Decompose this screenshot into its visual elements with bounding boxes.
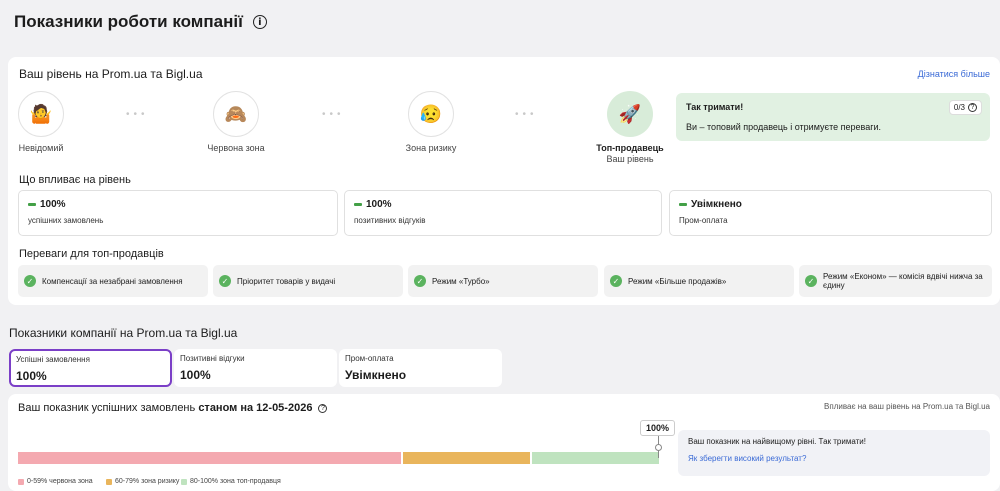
benefits-title: Переваги для топ-продавців <box>19 248 164 260</box>
metric-label: позитивних відгуків <box>354 216 426 225</box>
affects-note: Впливає на ваш рівень на Prom.ua та Bigl… <box>824 402 990 411</box>
check-icon: ✓ <box>610 275 622 287</box>
tip-text: Ви – топовий продавець і отримуєте перев… <box>686 122 882 132</box>
tab-label: Пром-оплата <box>345 354 394 363</box>
level-name: Червона зона <box>207 143 265 153</box>
legend-swatch <box>106 478 112 485</box>
level-risk-zone: 😥 Зона ризику <box>402 91 460 153</box>
check-icon: ✓ <box>414 275 426 287</box>
tip-title: Так тримати! <box>686 102 744 112</box>
benefit-label: Компенсації за незабрані замовлення <box>42 276 183 286</box>
metric-successful-orders: 100% успішних замовлень <box>18 190 338 236</box>
metric-label: Пром-оплата <box>679 216 728 225</box>
level-name: Невідомий <box>18 143 64 153</box>
benefit-label: Режим «Більше продажів» <box>628 276 727 286</box>
tab-label: Успішні замовлення <box>16 355 90 364</box>
legend-label: 60-79% зона ризику <box>115 478 180 485</box>
learn-more-link[interactable]: Дізнатися більше <box>918 69 990 79</box>
metric-prom-payment: Увімкнено Пром-оплата <box>669 190 992 236</box>
benefit-item: ✓ Режим «Турбо» <box>408 265 598 297</box>
red-zone-segment <box>18 452 401 464</box>
level-dots: ••• <box>126 109 149 120</box>
page-title-text: Показники роботи компанії <box>14 12 243 31</box>
level-top-seller: 🚀 Топ-продавець Ваш рівень <box>594 91 666 164</box>
legend-label: 80-100% зона топ-продавця <box>190 478 281 485</box>
check-icon: ✓ <box>219 275 231 287</box>
legend-red: 0-59% червона зона <box>18 478 93 485</box>
check-icon: ✓ <box>24 275 36 287</box>
page-title: Показники роботи компанії i <box>14 12 267 32</box>
check-icon: ✓ <box>805 275 817 287</box>
benefit-item: ✓ Компенсації за незабрані замовлення <box>18 265 208 297</box>
risk-zone-segment <box>403 452 530 464</box>
status-text: Ваш показник на найвищому рівні. Так три… <box>688 437 866 446</box>
legend-risk: 60-79% зона ризику <box>106 478 179 485</box>
level-card-title: Ваш рівень на Prom.ua та Bigl.ua <box>19 67 203 81</box>
tab-value: 100% <box>180 368 211 382</box>
top-zone-segment <box>532 452 659 464</box>
metric-positive-reviews: 100% позитивних відгуків <box>344 190 662 236</box>
benefit-label: Режим «Економ» — комісія вдвічі нижча за… <box>823 272 983 290</box>
tip-counter-value: 0/3 <box>953 103 965 112</box>
keep-result-link[interactable]: Як зберегти високий результат? <box>688 454 980 463</box>
benefit-item: ✓ Режим «Більше продажів» <box>604 265 794 297</box>
monkey-emoji-icon: 🙈 <box>213 91 259 137</box>
benefit-label: Режим «Турбо» <box>432 276 490 286</box>
positive-indicator-icon <box>679 203 687 206</box>
level-dots: ••• <box>322 109 345 120</box>
positive-indicator-icon <box>28 203 36 206</box>
help-icon[interactable]: ? <box>318 403 328 413</box>
tip-counter[interactable]: 0/3 ? <box>948 100 982 115</box>
tab-successful-orders[interactable]: Успішні замовлення 100% <box>9 349 172 387</box>
level-name: Топ-продавець <box>596 143 664 153</box>
current-level-label: Ваш рівень <box>606 154 654 164</box>
unknown-emoji-icon: 🤷 <box>18 91 64 137</box>
tip-box: Так тримати! Ви – топовий продавець і от… <box>676 93 990 141</box>
status-box: Ваш показник на найвищому рівні. Так три… <box>678 430 990 476</box>
level-unknown: 🤷 Невідомий <box>18 91 64 153</box>
tab-value: Увімкнено <box>345 368 407 382</box>
legend-swatch <box>18 478 24 485</box>
value-marker-dot <box>655 444 662 451</box>
benefit-label: Пріоритет товарів у видачі <box>237 276 336 286</box>
company-stats-title: Показники компанії на Prom.ua та Bigl.ua <box>9 326 238 340</box>
indicator-title-date: станом на 12-05-2026 <box>198 402 313 414</box>
benefit-item: ✓ Режим «Економ» — комісія вдвічі нижча … <box>799 265 992 297</box>
positive-indicator-icon <box>354 203 362 206</box>
indicator-title-prefix: Ваш показник успішних замовлень <box>18 402 196 414</box>
legend-top: 80-100% зона топ-продавця <box>181 478 281 485</box>
tab-value: 100% <box>16 369 47 383</box>
level-name: Зона ризику <box>405 143 457 153</box>
benefit-item: ✓ Пріоритет товарів у видачі <box>213 265 403 297</box>
tab-positive-reviews[interactable]: Позитивні відгуки 100% <box>174 349 337 387</box>
tab-label: Позитивні відгуки <box>180 354 245 363</box>
indicator-card: Ваш показник успішних замовлень станом н… <box>8 394 1000 491</box>
indicator-title: Ваш показник успішних замовлень станом н… <box>18 402 328 414</box>
level-dots: ••• <box>515 109 538 120</box>
legend-swatch <box>181 478 187 485</box>
metric-value: Увімкнено <box>691 199 742 210</box>
rocket-icon: 🚀 <box>607 91 653 137</box>
level-card: Ваш рівень на Prom.ua та Bigl.ua Дізнати… <box>8 57 1000 305</box>
metric-label: успішних замовлень <box>28 216 104 225</box>
tab-prom-payment[interactable]: Пром-оплата Увімкнено <box>339 349 502 387</box>
legend-label: 0-59% червона зона <box>27 478 93 485</box>
value-marker-label: 100% <box>640 420 676 436</box>
affects-title: Що впливає на рівень <box>19 174 131 186</box>
help-icon: ? <box>968 103 977 112</box>
metric-value: 100% <box>40 199 66 210</box>
level-red-zone: 🙈 Червона зона <box>203 91 269 153</box>
worried-emoji-icon: 😥 <box>408 91 454 137</box>
info-icon[interactable]: i <box>252 15 267 29</box>
metric-value: 100% <box>366 199 392 210</box>
